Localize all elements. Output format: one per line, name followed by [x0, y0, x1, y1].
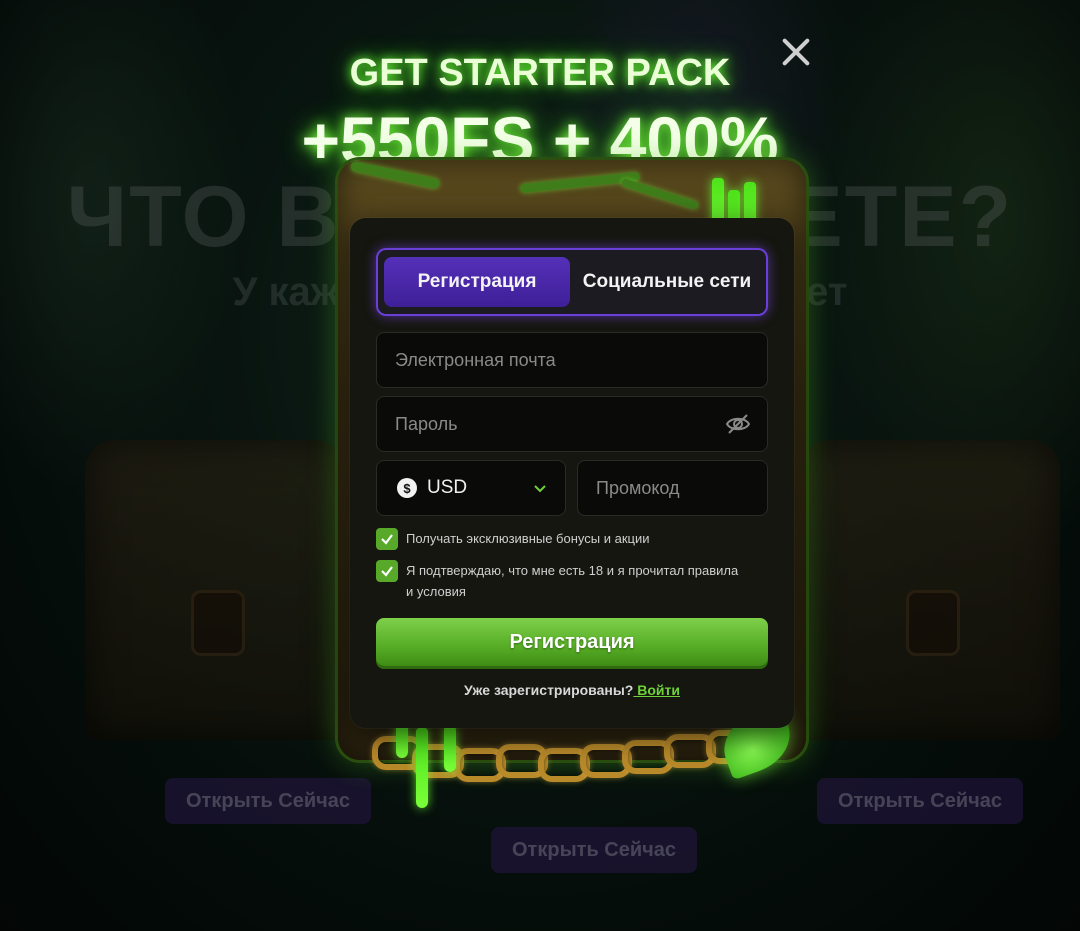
currency-select[interactable]: $ USD [376, 460, 566, 516]
login-prompt-text: Уже зарегистрированы? [464, 682, 634, 698]
currency-value: USD [427, 477, 468, 498]
slime-drip [416, 728, 428, 808]
chevron-down-icon [534, 485, 546, 493]
dollar-coin-icon: $ [397, 478, 417, 498]
login-link[interactable]: Войти [633, 682, 680, 698]
bonuses-checkbox[interactable] [376, 528, 398, 550]
bonuses-consent-row: Получать эксклюзивные бонусы и акции [376, 528, 649, 550]
checkmark-icon [381, 534, 393, 545]
slime-drip [396, 724, 408, 758]
checkmark-icon [381, 566, 393, 577]
age-checkbox[interactable] [376, 560, 398, 582]
promo-code-input[interactable] [594, 476, 751, 500]
password-field[interactable] [376, 396, 768, 452]
register-submit-button[interactable]: Регистрация [376, 618, 768, 666]
tab-registration[interactable]: Регистрация [384, 257, 570, 307]
bonuses-consent-label: Получать эксклюзивные бонусы и акции [406, 531, 650, 546]
slime-drip [444, 726, 456, 772]
promo-heading: GET STARTER PACK [349, 52, 731, 94]
age-consent-row: Я подтверждаю, что мне есть 18 и я прочи… [376, 560, 748, 602]
email-field[interactable] [376, 332, 768, 388]
login-prompt: Уже зарегистрированы? Войти [350, 682, 794, 698]
auth-tabs: Регистрация Социальные сети [376, 248, 768, 316]
email-input[interactable] [393, 348, 751, 372]
eye-slash-icon[interactable] [725, 411, 751, 437]
password-input[interactable] [393, 412, 725, 436]
tab-social-networks[interactable]: Социальные сети [574, 257, 760, 307]
age-consent-label: Я подтверждаю, что мне есть 18 и я прочи… [406, 563, 739, 599]
promo-code-field[interactable] [577, 460, 768, 516]
